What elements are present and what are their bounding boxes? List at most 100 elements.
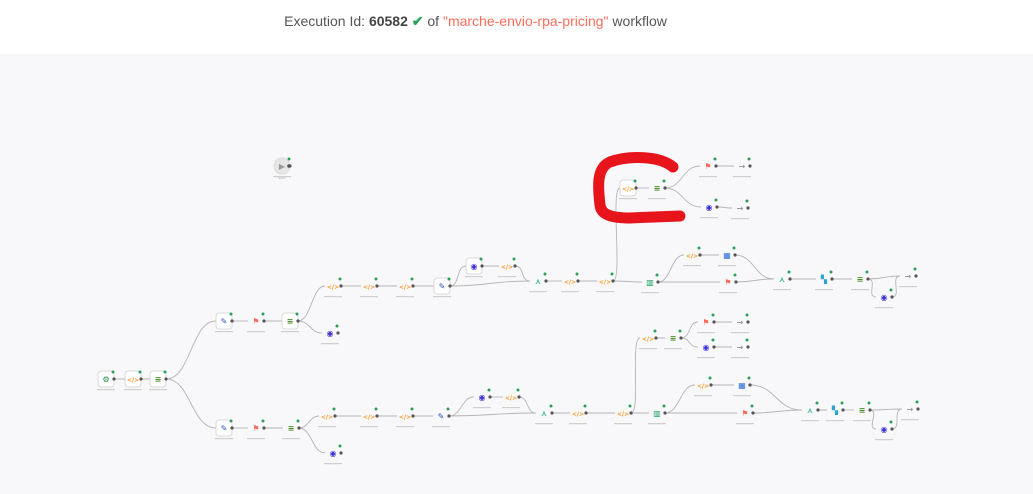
- start-output-handle[interactable]: [287, 164, 291, 168]
- workflow-node[interactable]: ◉: [875, 420, 894, 441]
- workflow-node[interactable]: ◉: [875, 288, 894, 309]
- workflow-node[interactable]: ⋏: [535, 404, 554, 425]
- workflow-node[interactable]: </>: [639, 329, 658, 350]
- workflow-node[interactable]: ◉: [324, 444, 343, 465]
- workflow-node[interactable]: ◉: [321, 324, 340, 345]
- output-handle[interactable]: [712, 345, 716, 349]
- output-handle[interactable]: [584, 411, 588, 415]
- workflow-node[interactable]: ▦: [718, 246, 737, 267]
- workflow-node[interactable]: </>: [396, 277, 415, 298]
- output-handle[interactable]: [339, 284, 343, 288]
- output-handle[interactable]: [788, 277, 792, 281]
- output-handle[interactable]: [712, 320, 716, 324]
- workflow-name-link[interactable]: "marche-envio-rpa-pricing": [443, 13, 609, 29]
- output-handle[interactable]: [448, 284, 452, 288]
- workflow-node[interactable]: ◉: [473, 388, 492, 409]
- output-handle[interactable]: [375, 414, 379, 418]
- workflow-node[interactable]: ▦: [733, 376, 752, 397]
- workflow-node[interactable]: ≡: [853, 401, 872, 422]
- workflow-node[interactable]: </>: [614, 404, 633, 425]
- workflow-node[interactable]: ≡: [282, 419, 301, 440]
- workflow-node[interactable]: </>: [561, 272, 580, 293]
- output-handle[interactable]: [748, 164, 752, 168]
- workflow-node[interactable]: ▥: [648, 404, 667, 425]
- output-handle[interactable]: [411, 284, 415, 288]
- workflow-node[interactable]: →: [901, 400, 920, 421]
- workflow-node[interactable]: ▚: [815, 270, 834, 291]
- workflow-node[interactable]: ✎: [433, 277, 452, 298]
- output-handle[interactable]: [714, 164, 718, 168]
- workflow-node[interactable]: ✎: [215, 419, 234, 440]
- output-handle[interactable]: [663, 411, 667, 415]
- workflow-node[interactable]: ≡: [851, 270, 870, 291]
- output-handle[interactable]: [112, 377, 116, 381]
- workflow-node[interactable]: </>: [124, 370, 143, 391]
- output-handle[interactable]: [698, 253, 702, 257]
- output-handle[interactable]: [411, 414, 415, 418]
- output-handle[interactable]: [890, 295, 894, 299]
- workflow-node[interactable]: </>: [360, 277, 379, 298]
- workflow-node[interactable]: ⚑: [719, 273, 738, 294]
- workflow-node[interactable]: </>: [694, 376, 713, 397]
- output-handle[interactable]: [734, 280, 738, 284]
- output-handle[interactable]: [841, 408, 845, 412]
- workflow-node[interactable]: </>: [596, 272, 615, 293]
- workflow-node[interactable]: </>: [396, 407, 415, 428]
- output-handle[interactable]: [576, 279, 580, 283]
- output-handle[interactable]: [262, 319, 266, 323]
- output-handle[interactable]: [654, 336, 658, 340]
- output-handle[interactable]: [336, 331, 340, 335]
- workflow-node[interactable]: →: [731, 313, 750, 334]
- workflow-node[interactable]: →: [733, 157, 752, 178]
- workflow-node[interactable]: </>: [619, 179, 638, 200]
- workflow-node[interactable]: ≡: [149, 370, 168, 391]
- output-handle[interactable]: [733, 253, 737, 257]
- output-handle[interactable]: [748, 383, 752, 387]
- workflow-canvas[interactable]: ▶ ⚙ </> ≡ ✎ ⚑ ≡ ◉ </> </> </> ✎ ◉ </> ⋏ </> </> ▥ </> ▦ ⚑ ⋏ ▚ ≡…: [0, 54, 1033, 494]
- workflow-node[interactable]: </>: [360, 407, 379, 428]
- output-handle[interactable]: [488, 395, 492, 399]
- output-handle[interactable]: [751, 411, 755, 415]
- output-handle[interactable]: [866, 277, 870, 281]
- output-handle[interactable]: [916, 407, 920, 411]
- workflow-node[interactable]: ⋏: [773, 270, 792, 291]
- output-handle[interactable]: [914, 274, 918, 278]
- output-handle[interactable]: [746, 320, 750, 324]
- output-handle[interactable]: [544, 279, 548, 283]
- workflow-node[interactable]: →: [731, 338, 750, 359]
- workflow-node[interactable]: </>: [498, 257, 517, 278]
- output-handle[interactable]: [830, 277, 834, 281]
- workflow-node[interactable]: ⚑: [699, 157, 718, 178]
- workflow-node[interactable]: </>: [683, 246, 702, 267]
- output-handle[interactable]: [339, 451, 343, 455]
- output-handle[interactable]: [262, 426, 266, 430]
- output-handle[interactable]: [746, 206, 750, 210]
- workflow-node[interactable]: ≡: [648, 179, 667, 200]
- workflow-node[interactable]: ◉: [700, 198, 719, 219]
- output-handle[interactable]: [230, 319, 234, 323]
- output-handle[interactable]: [296, 319, 300, 323]
- output-handle[interactable]: [550, 411, 554, 415]
- output-handle[interactable]: [890, 427, 894, 431]
- workflow-node[interactable]: ≡: [281, 312, 300, 333]
- workflow-node[interactable]: ⚑: [247, 312, 266, 333]
- output-handle[interactable]: [868, 408, 872, 412]
- output-handle[interactable]: [480, 264, 484, 268]
- workflow-node[interactable]: ✎: [432, 407, 451, 428]
- workflow-node[interactable]: </>: [324, 277, 343, 298]
- workflow-node[interactable]: ▚: [826, 401, 845, 422]
- output-handle[interactable]: [517, 395, 521, 399]
- output-handle[interactable]: [746, 345, 750, 349]
- workflow-node[interactable]: </>: [318, 407, 337, 428]
- output-handle[interactable]: [375, 284, 379, 288]
- output-handle[interactable]: [679, 336, 683, 340]
- output-handle[interactable]: [139, 377, 143, 381]
- workflow-node[interactable]: </>: [569, 404, 588, 425]
- workflow-node[interactable]: ⚑: [736, 404, 755, 425]
- output-handle[interactable]: [611, 279, 615, 283]
- workflow-node[interactable]: ✎: [215, 312, 234, 333]
- workflow-node[interactable]: →: [731, 199, 750, 220]
- output-handle[interactable]: [513, 264, 517, 268]
- workflow-node[interactable]: ⚑: [697, 313, 716, 334]
- output-handle[interactable]: [634, 186, 638, 190]
